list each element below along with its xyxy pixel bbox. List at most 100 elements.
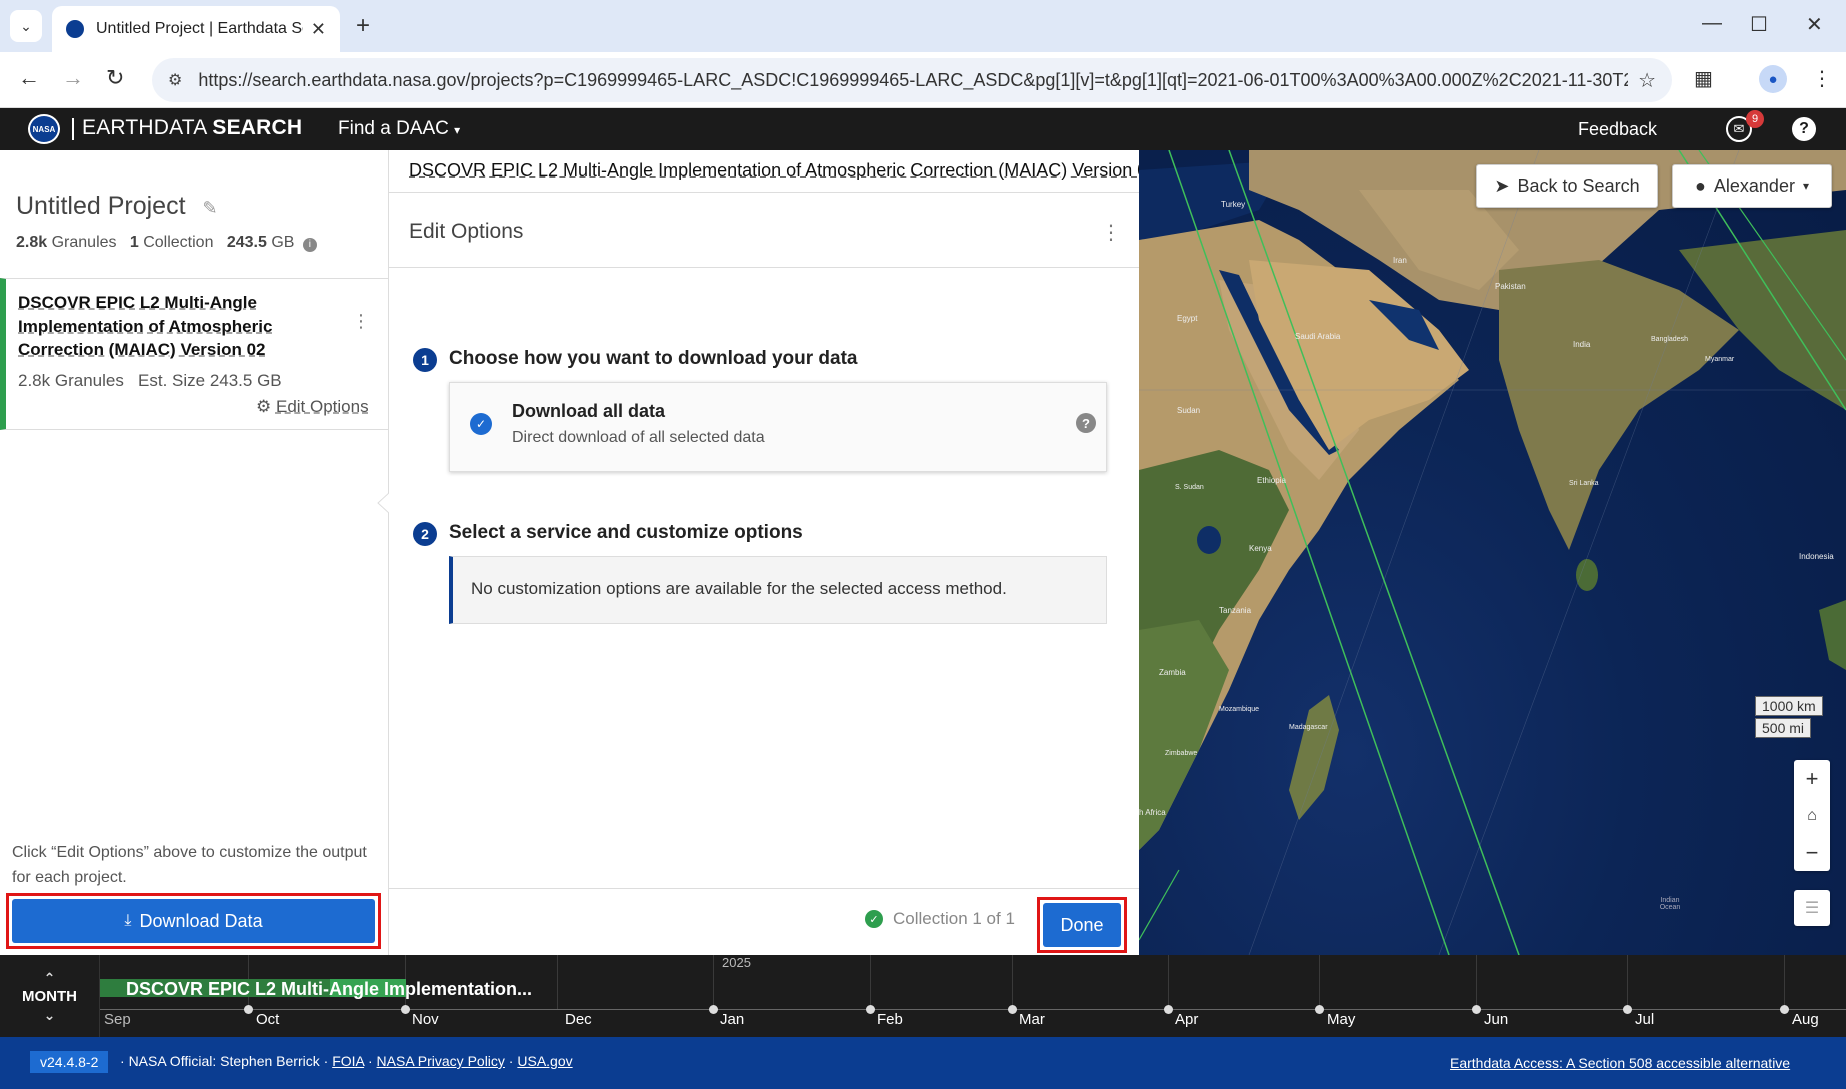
- earthdata-search-brand[interactable]: EARTHDATA SEARCH: [82, 116, 302, 140]
- home-icon[interactable]: ⌂: [1794, 797, 1830, 834]
- timeline-tick-dot: [1780, 1005, 1789, 1014]
- tab-search-menu-icon[interactable]: ⌄: [10, 10, 42, 42]
- project-title-text: Untitled Project: [16, 192, 186, 220]
- nasa-favicon-icon: [66, 20, 84, 38]
- size-unit: GB: [271, 234, 295, 251]
- map-label-india: India: [1573, 340, 1591, 349]
- zoom-out-icon[interactable]: −: [1794, 834, 1830, 871]
- timeline-tick-dot: [1008, 1005, 1017, 1014]
- step-1-number: 1: [413, 348, 437, 372]
- brand-light-text: EARTHDATA: [82, 116, 207, 139]
- panel-collection-title[interactable]: DSCOVR EPIC L2 Multi-Angle Implementatio…: [409, 160, 1139, 181]
- map-scale-km: 1000 km: [1755, 696, 1823, 716]
- info-icon[interactable]: i: [302, 238, 317, 252]
- brand-bold-text: SEARCH: [212, 116, 303, 139]
- collection-est-size: Est. Size 243.5 GB: [138, 371, 282, 390]
- step-1-title: Choose how you want to download your dat…: [449, 348, 858, 369]
- download-all-data-option[interactable]: ✓ Download all data Direct download of a…: [449, 382, 1107, 472]
- back-arrow-icon[interactable]: ←: [18, 65, 40, 91]
- earthdata-access-link[interactable]: Earthdata Access: A Section 508 accessib…: [1450, 1055, 1790, 1071]
- edit-options-link[interactable]: ⚙ Edit Options: [256, 397, 369, 417]
- site-settings-icon[interactable]: ⚙: [168, 70, 182, 90]
- project-title[interactable]: Untitled Project ✎: [16, 192, 218, 221]
- timeline-gridline: [1476, 955, 1477, 1009]
- map-label-pakistan: Pakistan: [1495, 282, 1526, 291]
- user-menu-button[interactable]: ● Alexander ▾: [1672, 164, 1832, 208]
- panel-more-icon[interactable]: ⋮: [1101, 220, 1121, 245]
- tab-close-icon[interactable]: ✕: [311, 19, 326, 40]
- timeline-tick-dot: [1315, 1005, 1324, 1014]
- back-to-search-button[interactable]: ➤ Back to Search: [1476, 164, 1658, 208]
- timeline-tick-dot: [401, 1005, 410, 1014]
- project-collection-item[interactable]: DSCOVR EPIC L2 Multi-Angle Implementatio…: [0, 278, 389, 430]
- forward-arrow-icon[interactable]: →: [62, 65, 84, 91]
- timeline-tick-dot: [244, 1005, 253, 1014]
- collections-count: 1: [129, 234, 139, 251]
- download-data-button[interactable]: ⤓ Download Data: [12, 899, 375, 943]
- timeline-zoom-control[interactable]: ⌃ MONTH ⌄: [0, 955, 100, 1037]
- layers-icon[interactable]: ☰: [1794, 890, 1830, 926]
- usa-gov-link[interactable]: USA.gov: [517, 1053, 572, 1069]
- timeline-month-oct: Oct: [256, 1011, 280, 1028]
- privacy-policy-link[interactable]: NASA Privacy Policy: [377, 1053, 505, 1069]
- collection-more-icon[interactable]: ⋮: [352, 311, 370, 332]
- foia-link[interactable]: FOIA: [332, 1053, 364, 1069]
- user-icon: ●: [1695, 175, 1706, 196]
- edit-options-label: Edit Options: [275, 397, 369, 416]
- help-icon[interactable]: ?: [1792, 117, 1816, 141]
- reload-icon[interactable]: ↻: [106, 65, 124, 91]
- new-tab-icon[interactable]: +: [356, 12, 370, 40]
- granules-count: 2.8k: [16, 234, 48, 251]
- timeline-gridline: [870, 955, 871, 1009]
- maximize-icon[interactable]: ☐: [1750, 12, 1768, 37]
- collection-progress: ✓ Collection 1 of 1: [865, 909, 1015, 929]
- map-label-sudan: Sudan: [1177, 406, 1201, 415]
- extensions-icon[interactable]: ▦: [1694, 66, 1713, 91]
- browser-menu-icon[interactable]: ⋮: [1812, 66, 1832, 91]
- timeline-month-nov: Nov: [412, 1011, 439, 1028]
- question-circle-icon[interactable]: ?: [1076, 413, 1096, 433]
- user-name: Alexander: [1713, 175, 1795, 196]
- download-data-label: Download Data: [139, 910, 263, 931]
- browser-tab[interactable]: Untitled Project | Earthdata Sear ✕: [52, 6, 340, 52]
- chevron-up-icon[interactable]: ⌃: [44, 971, 56, 985]
- bookmark-star-icon[interactable]: ☆: [1638, 68, 1656, 93]
- minimize-icon[interactable]: —: [1702, 12, 1722, 35]
- nasa-logo[interactable]: NASA: [28, 114, 60, 144]
- divider: [389, 267, 1139, 268]
- done-button[interactable]: Done: [1043, 903, 1121, 947]
- timeline[interactable]: ⌃ MONTH ⌄ DSCOVR EPIC L2 Multi-Angle Imp…: [0, 955, 1846, 1037]
- edit-pencil-icon[interactable]: ✎: [202, 198, 217, 218]
- map-label-iran: Iran: [1393, 256, 1407, 265]
- map-label-south-africa: h Africa: [1139, 808, 1166, 817]
- selected-check-icon[interactable]: ✓: [470, 413, 492, 435]
- timeline-tick-dot: [709, 1005, 718, 1014]
- url-text[interactable]: https://search.earthdata.nasa.gov/projec…: [198, 70, 1628, 91]
- edit-options-panel: DSCOVR EPIC L2 Multi-Angle Implementatio…: [389, 150, 1139, 955]
- zoom-in-icon[interactable]: +: [1794, 760, 1830, 797]
- timeline-gridline: [1627, 955, 1628, 1009]
- brand-divider: [72, 118, 74, 140]
- find-daac-dropdown[interactable]: Find a DAAC ▾: [338, 118, 460, 140]
- timeline-year-label: 2025: [722, 955, 751, 970]
- address-bar[interactable]: ⚙ https://search.earthdata.nasa.gov/proj…: [152, 58, 1672, 102]
- map-label-turkey: Turkey: [1221, 200, 1246, 209]
- map-zoom-controls: + ⌂ −: [1794, 760, 1830, 871]
- arrow-left-circle-icon: ➤: [1494, 175, 1510, 196]
- project-sidebar: Untitled Project ✎ 2.8k Granules 1 Colle…: [0, 150, 390, 955]
- chevron-down-icon[interactable]: ⌄: [44, 1008, 56, 1022]
- collection-title[interactable]: DSCOVR EPIC L2 Multi-Angle Implementatio…: [18, 291, 298, 362]
- window-close-icon[interactable]: ✕: [1806, 12, 1823, 37]
- browser-tab-strip: ⌄ Untitled Project | Earthdata Sear ✕ + …: [0, 0, 1846, 52]
- feedback-link[interactable]: Feedback: [1578, 119, 1657, 140]
- edit-options-hint: Click “Edit Options” above to customize …: [12, 844, 367, 886]
- timeline-month-apr: Apr: [1175, 1011, 1199, 1028]
- timeline-tick-dot: [866, 1005, 875, 1014]
- profile-avatar-icon[interactable]: ●: [1759, 65, 1787, 93]
- timeline-tick-dot: [1623, 1005, 1632, 1014]
- collection-meta: 2.8k Granules Est. Size 243.5 GB: [18, 371, 282, 391]
- map-label-zimbabwe: Zimbabwe: [1165, 750, 1198, 757]
- version-badge: v24.4.8-2: [30, 1051, 109, 1073]
- map-view[interactable]: Turkey Iran Pakistan India Bangladesh My…: [1139, 150, 1846, 955]
- map-imagery: [1139, 150, 1846, 955]
